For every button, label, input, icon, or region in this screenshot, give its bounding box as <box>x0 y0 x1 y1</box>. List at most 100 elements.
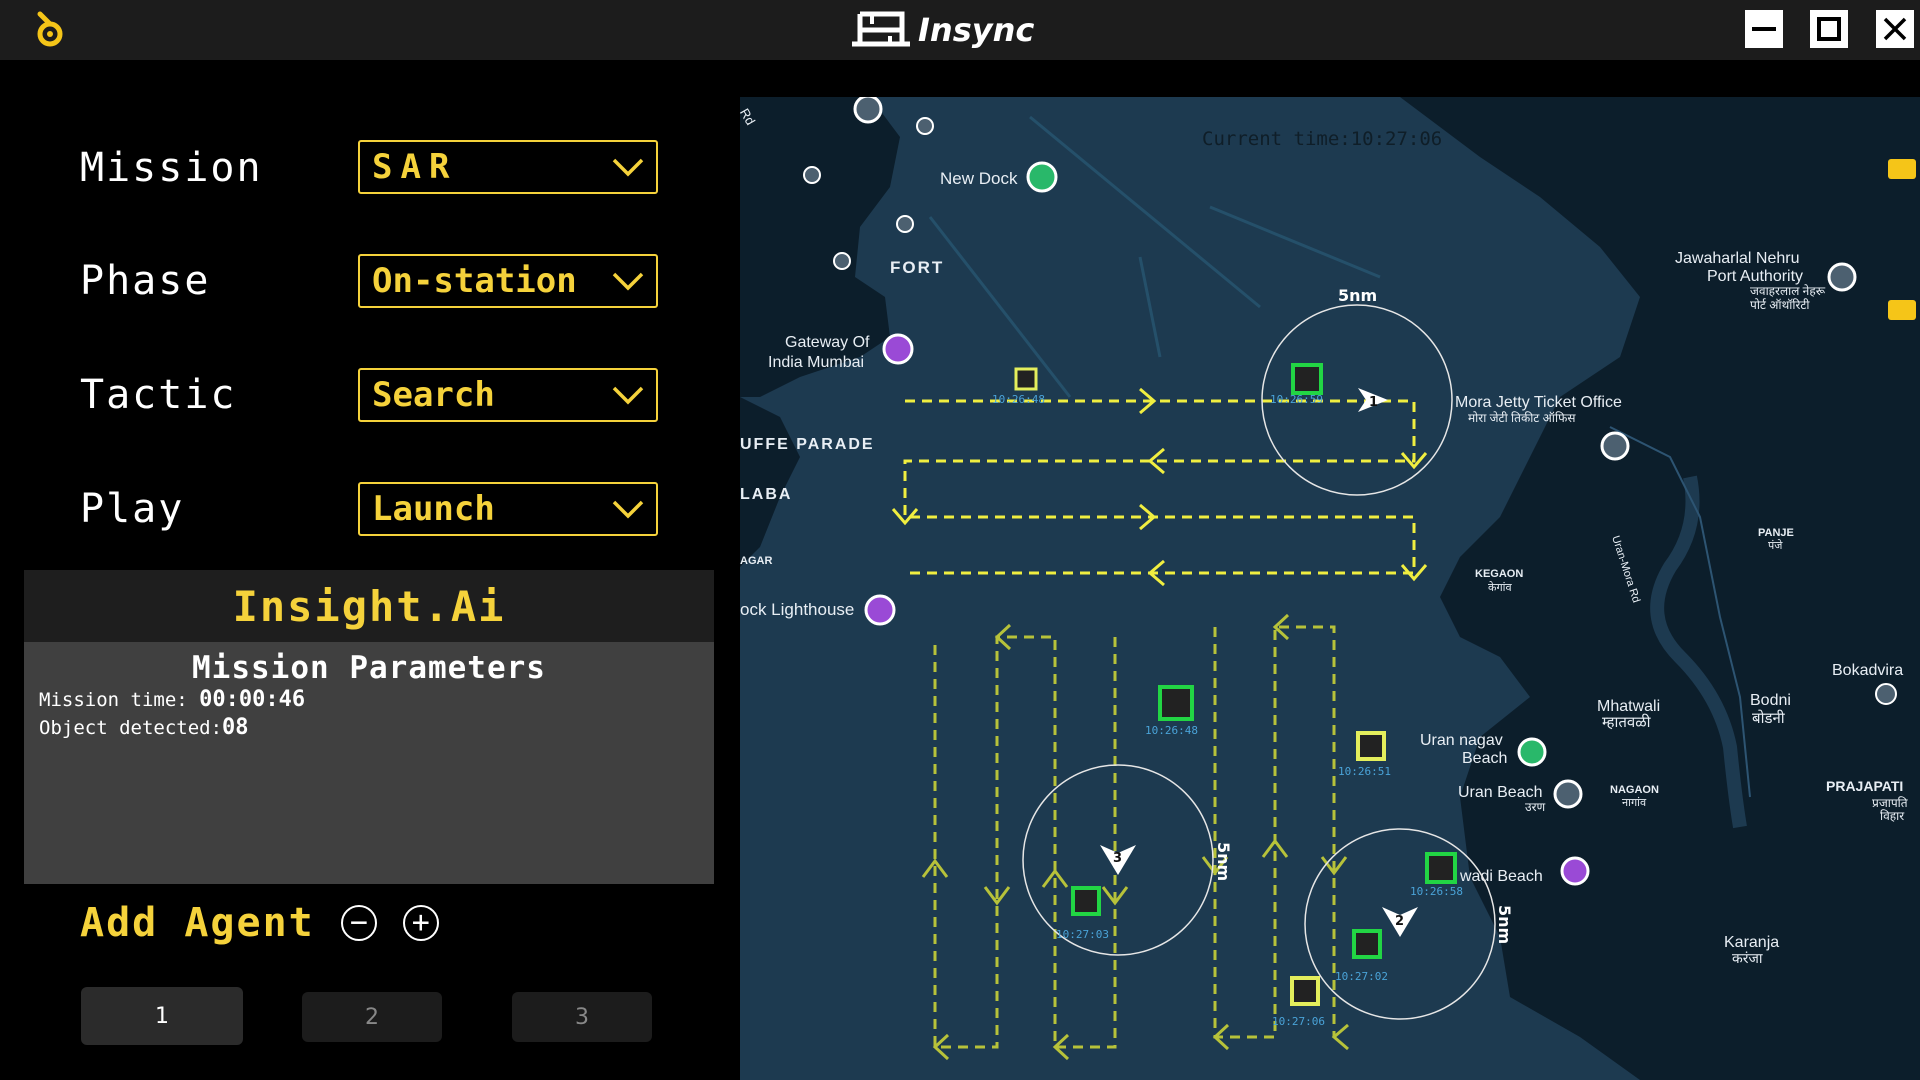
agent-tab-1[interactable]: 1 <box>81 987 243 1045</box>
detections[interactable]: 10:26:48 10:26:59 10:26:48 10:26:51 10:2… <box>992 363 1463 1028</box>
detection-marker[interactable]: 10:26:59 <box>1270 363 1323 406</box>
detection-marker[interactable]: 10:26:48 <box>992 367 1045 406</box>
mission-dropdown[interactable]: SAR <box>358 140 658 194</box>
place-label: विहार <box>1880 809 1905 823</box>
place-label: wadi Beach <box>1459 868 1543 885</box>
title-bar: Insync <box>0 0 1920 60</box>
jetty-line <box>928 115 1381 398</box>
temple-pin-icon <box>853 97 883 124</box>
land-mumbai <box>740 97 900 397</box>
chevron-down-icon <box>612 386 644 405</box>
add-agent-button[interactable]: + <box>402 905 439 941</box>
wadi-beach-pin-icon <box>1560 856 1590 886</box>
place-label: उरण <box>1525 800 1545 814</box>
place-label: ock Lighthouse <box>740 600 854 619</box>
place-label: UFFE PARADE <box>740 436 875 453</box>
maximize-icon <box>1817 17 1841 41</box>
play-value: Launch <box>372 489 495 529</box>
phase-dropdown[interactable]: On-station <box>358 254 658 308</box>
minus-icon: − <box>349 905 368 940</box>
place-label: पंजे <box>1768 539 1783 552</box>
tactic-dropdown[interactable]: Search <box>358 368 658 422</box>
detection-time: 10:26:58 <box>1410 885 1463 898</box>
detection-time: 10:27:06 <box>1272 1015 1325 1028</box>
place-label: LABA <box>740 486 792 503</box>
gateway-pin-icon <box>882 333 914 365</box>
add-agent-row: Add Agent − + <box>80 900 439 946</box>
maximize-button[interactable] <box>1810 10 1848 48</box>
metro-pin-icon <box>916 117 934 135</box>
brand: Insync <box>850 6 1034 54</box>
place-label: NAGAON <box>1610 784 1659 796</box>
place-label: म्हातवळी <box>1602 713 1652 731</box>
detection-time: 10:27:03 <box>1056 928 1109 941</box>
agent-1-marker[interactable]: 1 <box>1358 388 1388 412</box>
place-label: जवाहरलाल नेहरू <box>1750 284 1826 298</box>
highway-shield-icon <box>1888 159 1916 179</box>
highway-shield-icon <box>1888 300 1916 320</box>
place-label: Uran nagav <box>1420 732 1503 749</box>
agent-1-search-path <box>903 399 1416 575</box>
place-label: Bokadvira <box>1832 662 1903 679</box>
place-label: Gateway Of <box>785 334 870 351</box>
place-label: Bodni <box>1750 692 1791 709</box>
port-authority-pin-icon <box>1827 262 1857 292</box>
agent-id: 2 <box>1395 914 1404 929</box>
mission-parameters-title: Mission Parameters <box>192 650 546 686</box>
detection-marker[interactable]: 10:26:58 <box>1410 852 1463 898</box>
new-dock-pin-icon <box>1026 161 1058 193</box>
place-label: Beach <box>1462 750 1507 767</box>
mission-value: SAR <box>372 147 458 187</box>
metro-pin-icon <box>803 166 821 184</box>
place-label: AGAR <box>740 555 772 567</box>
detection-marker[interactable]: 10:26:51 <box>1338 731 1391 778</box>
range-label: 5nm <box>1338 286 1377 305</box>
agent-2-3-search-path <box>933 625 1336 1049</box>
range-label: 5nm <box>1214 842 1233 881</box>
minimize-button[interactable] <box>1745 10 1783 48</box>
objects-detected-label: Object detected: <box>39 717 223 739</box>
chevron-down-icon <box>612 500 644 519</box>
detection-marker[interactable]: 10:27:03 <box>1056 886 1109 941</box>
metro-pin-icon <box>833 252 851 270</box>
phase-label: Phase <box>80 258 211 304</box>
close-button[interactable] <box>1876 10 1914 48</box>
place-label: केगांव <box>1488 581 1512 594</box>
tactic-value: Search <box>372 375 495 415</box>
detection-marker[interactable]: 10:26:48 <box>1145 685 1198 737</box>
detection-time: 10:26:51 <box>1338 765 1391 778</box>
tactic-label: Tactic <box>80 372 237 418</box>
place-label: नागांव <box>1622 796 1647 809</box>
lighthouse-pin-icon <box>864 594 896 626</box>
uran-nagav-pin-icon <box>1517 737 1547 767</box>
detection-marker[interactable]: 10:27:06 <box>1272 976 1325 1028</box>
place-label: FORT <box>890 258 944 277</box>
place-label: Jawaharlal Nehru <box>1675 250 1800 267</box>
agent-2-3-path-arrows <box>921 613 1349 1061</box>
agent-id: 3 <box>1113 851 1122 866</box>
agent-tab-3[interactable]: 3 <box>512 992 652 1042</box>
mission-map[interactable]: New Dock FORT Gateway Of India Mumbai UF… <box>740 97 1920 1080</box>
place-label: पोर्ट ऑथॉरिटी <box>1750 298 1810 312</box>
objects-detected-value: 08 <box>222 715 249 740</box>
agent-3-marker[interactable]: 3 <box>1100 845 1136 875</box>
detection-time: 10:26:48 <box>992 393 1045 406</box>
plus-icon: + <box>411 905 430 940</box>
insight-header: Insight.Ai <box>24 570 714 642</box>
play-dropdown[interactable]: Launch <box>358 482 658 536</box>
detection-marker[interactable]: 10:27:02 <box>1335 929 1388 983</box>
add-agent-label: Add Agent <box>80 900 315 946</box>
agent-2-marker[interactable]: 2 <box>1382 907 1418 937</box>
agent-tab-2[interactable]: 2 <box>302 992 442 1042</box>
place-label: Mhatwali <box>1597 698 1660 715</box>
jetty-pin-icon <box>1600 431 1630 461</box>
place-label: बोडनी <box>1752 709 1786 727</box>
map-canvas[interactable]: New Dock FORT Gateway Of India Mumbai UF… <box>740 97 1920 1080</box>
insight-title: Insight.Ai <box>232 581 506 631</box>
remove-agent-button[interactable]: − <box>340 905 377 941</box>
app-title: Insync <box>918 11 1035 49</box>
place-label: New Dock <box>940 169 1018 188</box>
place-label: KEGAON <box>1475 568 1523 580</box>
insync-logo-icon <box>852 11 910 47</box>
place-label: Uran Beach <box>1458 784 1543 801</box>
